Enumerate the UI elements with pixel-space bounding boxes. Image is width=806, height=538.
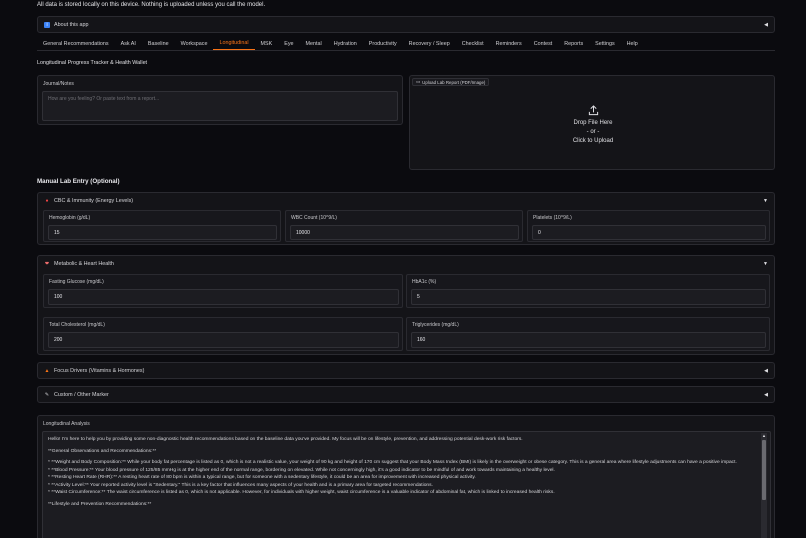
upload-click-text: Click to Upload <box>572 137 614 144</box>
manual-lab-title: Manual Lab Entry (Optional) <box>37 178 120 185</box>
wbc-field: WBC Count (10^9/L) 10000 <box>285 210 523 242</box>
tab-reminders[interactable]: Reminders <box>490 41 528 50</box>
upload-label: Upload Lab Report (PDF/Image) <box>422 79 486 85</box>
triglycerides-label: Triglycerides (mg/dL) <box>412 322 459 328</box>
tab-workspace[interactable]: Workspace <box>175 41 214 50</box>
analysis-paragraph: **Lifestyle and Prevention Recommendatio… <box>48 501 152 507</box>
hemoglobin-input[interactable]: 15 <box>48 225 277 240</box>
total-cholesterol-input[interactable]: 200 <box>48 332 399 348</box>
flame-icon: ▲ <box>44 367 50 374</box>
tab-longitudinal[interactable]: Longitudinal <box>213 40 255 50</box>
hemoglobin-field: Hemoglobin (g/dL) 15 <box>43 210 281 242</box>
caret-left-icon: ◀ <box>764 21 768 28</box>
wbc-label: WBC Count (10^9/L) <box>291 215 337 221</box>
analysis-paragraph: Hello! I'm here to help you by providing… <box>48 437 523 442</box>
about-label: About this app <box>54 21 89 28</box>
hba1c-field: HbA1c (%) 5 <box>406 274 770 308</box>
caret-down-icon: ▼ <box>763 198 768 204</box>
focus-drivers-accordion[interactable]: ▲ Focus Drivers (Vitamins & Hormones) ◀ <box>37 362 775 379</box>
scroll-up-icon[interactable]: ▲ <box>761 433 767 438</box>
total-cholesterol-field: Total Cholesterol (mg/dL) 200 <box>43 317 403 351</box>
caret-down-icon: ▼ <box>763 261 768 267</box>
analysis-paragraph: * **Activity Level:** Your reported acti… <box>48 482 433 488</box>
wbc-input[interactable]: 10000 <box>290 225 519 240</box>
analysis-paragraph: * **Waist Circumference:** The waist cir… <box>48 490 555 495</box>
tab-help[interactable]: Help <box>621 41 644 50</box>
analysis-paragraph: * **Weight and Body Composition:** While… <box>48 460 737 465</box>
about-accordion[interactable]: i About this app ◀ <box>37 16 775 33</box>
tab-ask-ai[interactable]: Ask AI <box>115 41 142 50</box>
hba1c-label: HbA1c (%) <box>412 279 437 285</box>
triglycerides-input[interactable]: 160 <box>411 332 766 348</box>
tab-productivity[interactable]: Productivity <box>363 41 403 50</box>
upload-icon <box>588 104 598 115</box>
metabolic-accordion-header[interactable]: ❤ Metabolic & Heart Health ▼ <box>38 256 774 272</box>
tab-bar: General Recommendations Ask AI Baseline … <box>37 38 775 51</box>
tab-general-recommendations[interactable]: General Recommendations <box>37 41 115 50</box>
journal-label: Journal/Notes <box>43 81 74 87</box>
caret-left-icon: ◀ <box>764 367 768 374</box>
platelets-input[interactable]: 0 <box>532 225 766 240</box>
cbc-accordion: ● CBC & Immunity (Energy Levels) ▼ Hemog… <box>37 192 775 245</box>
analysis-output[interactable]: Hello! I'm here to help you by providing… <box>42 431 771 538</box>
analysis-panel: Longitudinal Analysis Hello! I'm here to… <box>37 415 775 538</box>
cbc-accordion-header[interactable]: ● CBC & Immunity (Energy Levels) ▼ <box>38 193 774 209</box>
tab-reports[interactable]: Reports <box>558 41 589 50</box>
total-cholesterol-label: Total Cholesterol (mg/dL) <box>49 322 105 328</box>
platelets-field: Platelets (10^9/L) 0 <box>527 210 770 242</box>
upload-label-chip: ▭ Upload Lab Report (PDF/Image) <box>412 78 490 86</box>
fasting-glucose-input[interactable]: 100 <box>48 289 399 305</box>
tab-baseline[interactable]: Baseline <box>142 41 175 50</box>
tab-mental[interactable]: Mental <box>300 41 328 50</box>
metabolic-title: Metabolic & Heart Health <box>54 261 114 267</box>
tab-contest[interactable]: Contest <box>528 41 559 50</box>
fasting-glucose-label: Fasting Glucose (mg/dL) <box>49 279 104 285</box>
fasting-glucose-field: Fasting Glucose (mg/dL) 100 <box>43 274 403 308</box>
info-icon: i <box>44 21 50 28</box>
tab-msk[interactable]: MSK <box>255 41 279 50</box>
custom-marker-accordion[interactable]: ✎ Custom / Other Marker ◀ <box>37 386 775 403</box>
tab-checklist[interactable]: Checklist <box>456 41 490 50</box>
tab-hydration[interactable]: Hydration <box>328 41 363 50</box>
tab-recovery-sleep[interactable]: Recovery / Sleep <box>403 41 456 50</box>
custom-marker-title: Custom / Other Marker <box>54 391 109 398</box>
analysis-paragraph: **General Observations and Recommendatio… <box>48 448 157 454</box>
analysis-scroll-thumb[interactable] <box>762 440 766 500</box>
blood-drop-icon: ● <box>45 198 49 204</box>
cbc-title: CBC & Immunity (Energy Levels) <box>54 198 134 204</box>
journal-input[interactable] <box>42 91 398 121</box>
file-icon: ▭ <box>416 79 421 84</box>
analysis-label: Longitudinal Analysis <box>43 421 90 427</box>
triglycerides-field: Triglycerides (mg/dL) 160 <box>406 317 770 351</box>
metabolic-accordion: ❤ Metabolic & Heart Health ▼ Fasting Glu… <box>37 255 775 355</box>
tab-settings[interactable]: Settings <box>589 41 620 50</box>
local-storage-notice: All data is stored locally on this devic… <box>37 2 266 8</box>
hba1c-input[interactable]: 5 <box>411 289 766 305</box>
upload-or-text: - or - <box>586 128 600 135</box>
analysis-scrollbar[interactable]: ▲ <box>761 433 767 538</box>
upload-panel[interactable]: ▭ Upload Lab Report (PDF/Image) Drop Fil… <box>409 75 775 170</box>
focus-drivers-title: Focus Drivers (Vitamins & Hormones) <box>54 367 145 374</box>
upload-dropzone[interactable]: Drop File Here - or - Click to Upload <box>410 100 776 150</box>
analysis-paragraph: * **Blood Pressure:** Your blood pressur… <box>48 467 555 473</box>
journal-panel: Journal/Notes <box>37 75 403 125</box>
analysis-paragraph: * **Resting Heart Rate (RHR):** A restin… <box>48 475 476 480</box>
wrench-icon: ✎ <box>44 391 50 398</box>
tab-eye[interactable]: Eye <box>278 41 299 50</box>
upload-drop-text: Drop File Here <box>573 119 613 126</box>
caret-left-icon: ◀ <box>764 391 768 398</box>
platelets-label: Platelets (10^9/L) <box>533 215 572 221</box>
heart-icon: ❤ <box>44 261 50 267</box>
hemoglobin-label: Hemoglobin (g/dL) <box>49 215 91 221</box>
page-subtitle: Longitudinal Progress Tracker & Health W… <box>37 60 148 66</box>
